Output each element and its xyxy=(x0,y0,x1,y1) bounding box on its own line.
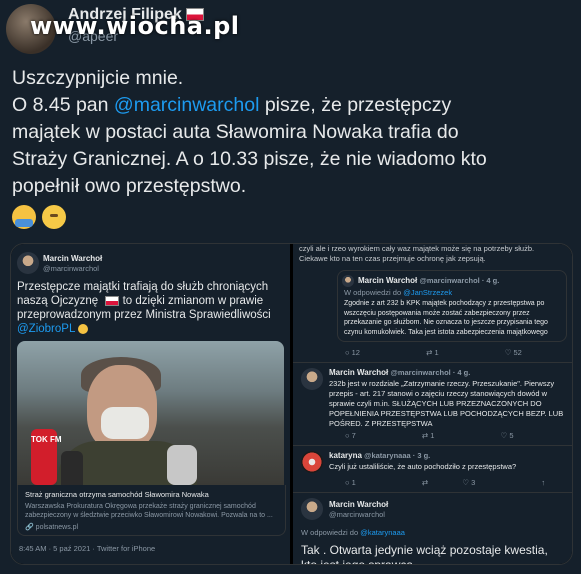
reply4-replying-to-text: W odpowiedzi do xyxy=(301,528,361,537)
reply2-retweet-count: 1 xyxy=(430,431,435,440)
warchol-avatar xyxy=(301,498,323,520)
reply2-text: 232b jest w rozdziale „Zatrzymanie rzecz… xyxy=(329,379,564,428)
left-text-line-2: naszą Ojczyznę to dzięki zmianom w prawi… xyxy=(17,294,287,308)
retweet-icon: ⇄ xyxy=(421,478,429,487)
mic-label: TOK FM xyxy=(31,435,62,444)
reply3-like-count: 3 xyxy=(471,478,476,487)
poland-flag-icon xyxy=(105,295,120,306)
link-icon: 🔗 xyxy=(25,524,36,531)
left-text-line-1: Przestępcze majątki trafiają do służb ch… xyxy=(17,281,269,293)
right-top-line-1: czyli ale i rzeo wyrokiem cały waz mająt… xyxy=(299,244,535,253)
emoji-row xyxy=(12,205,72,229)
card-title: Straż graniczna otrzyma samochód Sławomi… xyxy=(25,490,209,499)
reply1-name-text: Marcin Warchoł xyxy=(358,276,418,285)
reply-icon: ○ 7 xyxy=(345,431,356,440)
reply1-replying-to-text: W odpowiedzi do xyxy=(344,288,404,297)
tweet-media[interactable]: Marcin Warchoł @marcinwarchol Przestępcz… xyxy=(10,243,573,565)
share-icon: ↑ xyxy=(541,478,546,487)
photo-mask xyxy=(101,407,149,439)
left-author-name: Marcin Warchoł xyxy=(43,254,103,263)
reply1-replying-to-handle: @JanStrzezek xyxy=(403,288,453,297)
warchol-avatar xyxy=(301,368,323,390)
divider xyxy=(293,445,572,446)
reply-icon: ○ 1 xyxy=(345,478,356,487)
reply2-name: Marcin Warchoł @marcinwarchol · 4 g. xyxy=(329,368,470,377)
retweet-icon: ⇄ 1 xyxy=(426,348,439,357)
reply3-name: kataryna @katarynaaa · 3 g. xyxy=(329,451,430,460)
tweet-line-2: O 8.45 pan @marcinwarchol pisze, że prze… xyxy=(12,92,572,119)
shrug-emoji-icon xyxy=(12,205,36,229)
kataryna-avatar xyxy=(301,451,323,473)
reply4-handle: @marcinwarchol xyxy=(329,510,385,519)
tweet-text: Uszczypnijcie mnie. O 8.45 pan @marcinwa… xyxy=(12,65,572,200)
retweet-icon: ⇄ 1 xyxy=(421,431,435,440)
reply3-actions: ○ 1 ⇄ ♡ 3 ↑ xyxy=(345,478,572,487)
reply3-text: Czyli już ustaliliście, że auto pochodzi… xyxy=(329,462,517,471)
reply3-meta: @katarynaaa · 3 g. xyxy=(364,451,431,460)
reply1-retweet-count: 1 xyxy=(434,348,439,357)
reply1-text: Zgodnie z art 232 b KPK majątek pochodzą… xyxy=(344,300,548,336)
tweet-line-3: majątek w postaci auta Sławomira Nowaka … xyxy=(12,121,459,143)
tweet-line-1: Uszczypnijcie mnie. xyxy=(12,67,184,89)
like-icon: ♡ 3 xyxy=(462,478,476,487)
left-author-handle: @marcinwarchol xyxy=(43,264,99,273)
reply1-reply-count: 12 xyxy=(351,348,360,357)
microphone-grey xyxy=(167,445,197,485)
press-photo: TOK FM xyxy=(17,341,284,485)
reply4-replying-to: W odpowiedzi do @katarynaaa xyxy=(301,528,405,537)
right-top-text: czyli ale i rzeo wyrokiem cały waz mająt… xyxy=(299,244,569,264)
media-right-screenshot[interactable]: czyli ale i rzeo wyrokiem cały waz mająt… xyxy=(293,244,572,564)
divider xyxy=(293,362,572,363)
left-text-line-2-pre: naszą Ojczyznę xyxy=(17,295,99,307)
site-watermark: www.wiocha.pl xyxy=(30,12,240,40)
like-icon: ♡ 5 xyxy=(500,431,514,440)
left-text-line-3: przeprowadzonym przez Ministra Sprawiedl… xyxy=(17,309,271,321)
card-source-text: polsatnews.pl xyxy=(35,524,79,531)
left-tweet-text: Przestępcze majątki trafiają do służb ch… xyxy=(17,280,287,336)
tweet-line-2-pre: O 8.45 pan xyxy=(12,94,114,116)
right-top-line-2: Ciekawe kto na ten czas przejmuje ochron… xyxy=(299,254,486,263)
reply3-reply-count: 1 xyxy=(351,478,356,487)
tweet-line-4: Straży Granicznej. A o 10.33 pisze, że n… xyxy=(12,148,487,170)
like-icon: ♡ 52 xyxy=(504,348,522,357)
reply4-text: Tak . Otwarta jedynie wciąż pozostaje kw… xyxy=(301,543,548,564)
tweet-header: Andrzej Filipek @apeer www.wiocha.pl xyxy=(0,0,581,58)
thinking-emoji-icon xyxy=(42,205,66,229)
reply1-replying-to: W odpowiedzi do @JanStrzezek xyxy=(344,288,452,297)
reply2-like-count: 5 xyxy=(509,431,514,440)
reply1-actions: ○ 12 ⇄ 1 ♡ 52 ↑ xyxy=(345,348,572,357)
reply2-name-text: Marcin Warchoł xyxy=(329,368,389,377)
reply2-reply-count: 7 xyxy=(351,431,356,440)
card-source: 🔗 polsatnews.pl xyxy=(25,523,78,531)
reply3-name-text: kataryna xyxy=(329,451,362,460)
reply2-actions: ○ 7 ⇄ 1 ♡ 5 ↑ xyxy=(345,431,572,440)
reply4-replying-to-handle: @katarynaaa xyxy=(360,528,405,537)
card-description: Warszawska Prokuratura Okręgowa przekaże… xyxy=(25,503,273,519)
left-tweet-meta: 8:45 AM · 5 paź 2021 · Twitter for iPhon… xyxy=(19,544,156,553)
left-text-line-2-post: to dzięki zmianom w prawie xyxy=(119,295,264,307)
link-card: Straż graniczna otrzyma samochód Sławomi… xyxy=(17,485,286,536)
clap-emoji-icon xyxy=(78,323,89,334)
warchol-avatar xyxy=(17,252,39,274)
reply-icon: ○ 12 xyxy=(345,348,360,357)
reply1-meta: @marcinwarchol · 4 g. xyxy=(419,276,500,285)
microphone-black xyxy=(61,451,83,485)
mention-link[interactable]: @marcinwarchol xyxy=(114,94,260,116)
media-left-screenshot[interactable]: Marcin Warchoł @marcinwarchol Przestępcz… xyxy=(11,244,290,564)
tweet-line-2-post: pisze, że przestępczy xyxy=(259,94,452,116)
reply1-name: Marcin Warchoł @marcinwarchol · 4 g. xyxy=(358,276,499,285)
quoted-reply-1: Marcin Warchoł @marcinwarchol · 4 g. W o… xyxy=(337,270,567,342)
divider xyxy=(293,492,572,493)
tweet-line-5: popełnił owo przestępstwo. xyxy=(12,175,247,197)
reply4-name: Marcin Warchoł xyxy=(329,500,389,509)
ziobro-mention: @ZiobroPL xyxy=(17,323,75,335)
warchol-avatar xyxy=(342,275,354,287)
reply2-meta: @marcinwarchol · 4 g. xyxy=(390,368,471,377)
reply1-like-count: 52 xyxy=(513,348,522,357)
